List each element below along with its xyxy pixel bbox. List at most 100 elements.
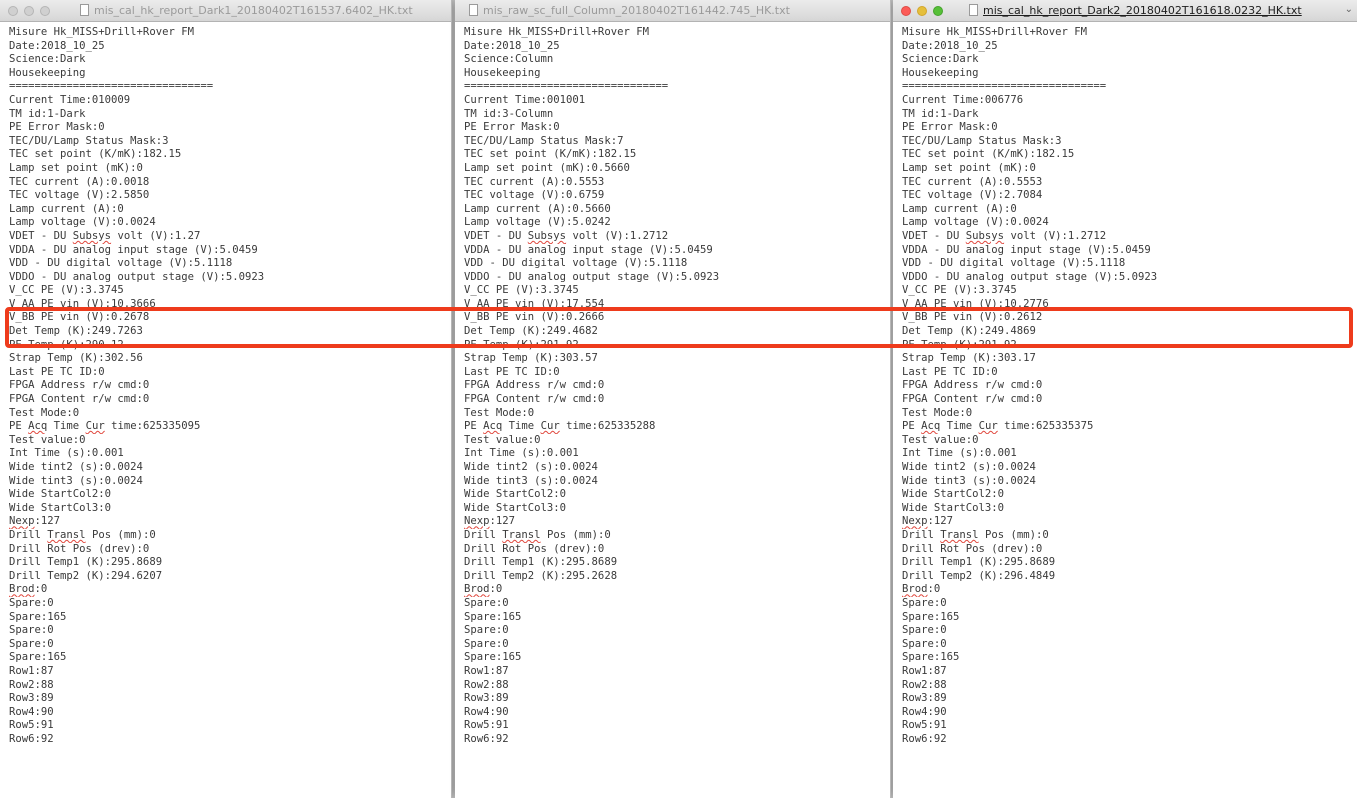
text-line: Wide tint2 (s):0.0024: [464, 461, 598, 473]
text-line: ================================: [9, 80, 214, 93]
chevron-down-icon[interactable]: ⌄: [1345, 4, 1353, 15]
spellcheck-marked-word: Subsys: [72, 229, 112, 242]
spellcheck-marked-word: Subsys: [965, 229, 1005, 242]
window-title: mis_cal_hk_report_Dark2_20180402T161618.…: [983, 4, 1302, 17]
document-icon: [469, 4, 478, 16]
text-line: TEC/DU/Lamp Status Mask:3: [9, 134, 169, 147]
text-line: TM id:1-Dark: [9, 107, 86, 120]
window-titlebar[interactable]: mis_cal_hk_report_Dark2_20180402T161618.…: [893, 0, 1357, 22]
text-line: Strap Temp (K):302.56: [9, 352, 143, 365]
text-line: Current Time:006776: [902, 93, 1024, 106]
text-line: Det Temp (K):249.7263: [9, 325, 143, 338]
text-line: Last PE TC ID:0: [902, 365, 998, 378]
text-line: VDDO - DU analog output stage (V):5.0923: [464, 270, 720, 283]
text-line: VDDO - DU analog output stage (V):5.0923: [9, 270, 265, 283]
text-line: Nexp:127: [902, 515, 954, 528]
spellcheck-marked-word: Brod: [464, 583, 490, 596]
text-line: Drill Temp1 (K):295.8689: [9, 556, 163, 569]
text-line: Spare:165: [464, 651, 522, 664]
text-line: Row6:92: [902, 732, 947, 745]
text-line: Det Temp (K):249.4682: [464, 325, 598, 338]
text-line: Science:Dark: [902, 53, 979, 66]
text-line: VDDA - DU analog input stage (V):5.0459: [902, 243, 1151, 256]
text-line: Wide StartCol3:0: [9, 501, 112, 514]
text-line: Wide StartCol2:0: [9, 488, 112, 501]
text-line: Test value:0: [9, 433, 86, 446]
text-line: Housekeeping: [9, 66, 86, 79]
text-line: Row1:87: [902, 664, 947, 677]
text-line: Spare:0: [9, 637, 54, 650]
text-line: Wide tint3 (s):0.0024: [902, 474, 1036, 487]
spellcheck-marked-word: Cur: [85, 420, 105, 433]
text-line: Spare:165: [902, 651, 960, 664]
text-line: VDET - DU Subsys volt (V):1.2712: [464, 229, 669, 242]
spellcheck-marked-word: Subsys: [527, 229, 567, 242]
document-text-area[interactable]: Misure Hk_MISS+Drill+Rover FM Date:2018_1…: [0, 22, 451, 746]
text-line: Wide tint3 (s):0.0024: [9, 474, 143, 487]
text-line: Row4:90: [464, 705, 509, 718]
document-icon: [969, 4, 978, 16]
window-title: mis_raw_sc_full_Column_20180402T161442.7…: [483, 4, 790, 17]
text-line: Date:2018_10_25: [902, 39, 998, 52]
spellcheck-marked-word: Nexp: [9, 515, 35, 528]
text-line: Spare:165: [9, 651, 67, 664]
spellcheck-marked-word: Transl: [940, 528, 979, 541]
minimize-button[interactable]: [24, 6, 34, 16]
text-line: VDD - DU digital voltage (V):5.1118: [9, 257, 233, 270]
text-line: Row2:88: [9, 678, 54, 691]
text-line: Brod:0: [902, 583, 941, 596]
close-button[interactable]: [901, 6, 911, 16]
text-line: Current Time:001001: [464, 93, 586, 106]
text-line: V_AA PE vin (V):10.2776: [902, 297, 1049, 310]
text-line: PE Acq Time Cur time:625335375: [902, 420, 1094, 433]
text-line: ================================: [902, 80, 1107, 93]
window-titlebar[interactable]: mis_cal_hk_report_Dark1_20180402T161537.…: [0, 0, 451, 22]
text-line: Nexp:127: [464, 515, 516, 528]
text-line: Spare:0: [902, 637, 947, 650]
text-line: V_CC PE (V):3.3745: [9, 284, 124, 297]
text-line: Misure Hk_MISS+Drill+Rover FM: [464, 26, 649, 38]
text-line: Row1:87: [9, 664, 54, 677]
text-line: Nexp:127: [9, 515, 61, 528]
text-line: V_BB PE vin (V):0.2666: [464, 311, 605, 324]
text-line: Lamp current (A):0.5660: [464, 202, 611, 215]
text-line: Brod:0: [464, 583, 503, 596]
document-text-area[interactable]: Misure Hk_MISS+Drill+Rover FM Date:2018_1…: [893, 22, 1357, 746]
text-line: Drill Transl Pos (mm):0: [464, 528, 611, 541]
text-line: Row6:92: [9, 732, 54, 745]
text-line: Drill Transl Pos (mm):0: [9, 528, 156, 541]
text-line: Row2:88: [902, 678, 947, 691]
text-line: PE Temp (K):291.92: [902, 338, 1017, 351]
text-editor-window-2: mis_raw_sc_full_Column_20180402T161442.7…: [455, 0, 891, 798]
zoom-button[interactable]: [933, 6, 943, 16]
text-line: VDDA - DU analog input stage (V):5.0459: [464, 243, 713, 256]
window-title: mis_cal_hk_report_Dark1_20180402T161537.…: [94, 4, 413, 17]
text-line: VDDO - DU analog output stage (V):5.0923: [902, 270, 1158, 283]
text-line: Current Time:010009: [9, 93, 131, 106]
minimize-button[interactable]: [917, 6, 927, 16]
text-line: TEC/DU/Lamp Status Mask:3: [902, 134, 1062, 147]
text-line: FPGA Address r/w cmd:0: [464, 379, 605, 392]
text-line: Last PE TC ID:0: [464, 365, 560, 378]
text-line: TEC set point (K/mK):182.15: [464, 148, 637, 161]
text-line: TEC current (A):0.5553: [902, 175, 1043, 188]
text-line: Row3:89: [902, 692, 947, 705]
text-line: Wide StartCol3:0: [464, 501, 567, 514]
text-line: Drill Rot Pos (drev):0: [9, 542, 150, 555]
close-button[interactable]: [8, 6, 18, 16]
text-line: Row1:87: [464, 664, 509, 677]
text-line: Wide StartCol2:0: [464, 488, 567, 501]
text-line: Lamp voltage (V):0.0024: [9, 216, 156, 229]
text-line: Wide tint3 (s):0.0024: [464, 474, 598, 487]
text-editor-window-1: mis_cal_hk_report_Dark1_20180402T161537.…: [0, 0, 452, 798]
text-line: Wide StartCol3:0: [902, 501, 1005, 514]
text-line: PE Error Mask:0: [9, 121, 105, 134]
text-editor-window-3: mis_cal_hk_report_Dark2_20180402T161618.…: [893, 0, 1357, 798]
window-titlebar[interactable]: mis_raw_sc_full_Column_20180402T161442.7…: [455, 0, 890, 22]
zoom-button[interactable]: [40, 6, 50, 16]
text-line: Row3:89: [464, 692, 509, 705]
text-line: TEC voltage (V):2.5850: [9, 189, 150, 202]
text-line: Wide tint2 (s):0.0024: [9, 461, 143, 473]
document-text-area[interactable]: Misure Hk_MISS+Drill+Rover FM Date:2018_1…: [455, 22, 890, 746]
text-line: Test Mode:0: [464, 406, 535, 419]
